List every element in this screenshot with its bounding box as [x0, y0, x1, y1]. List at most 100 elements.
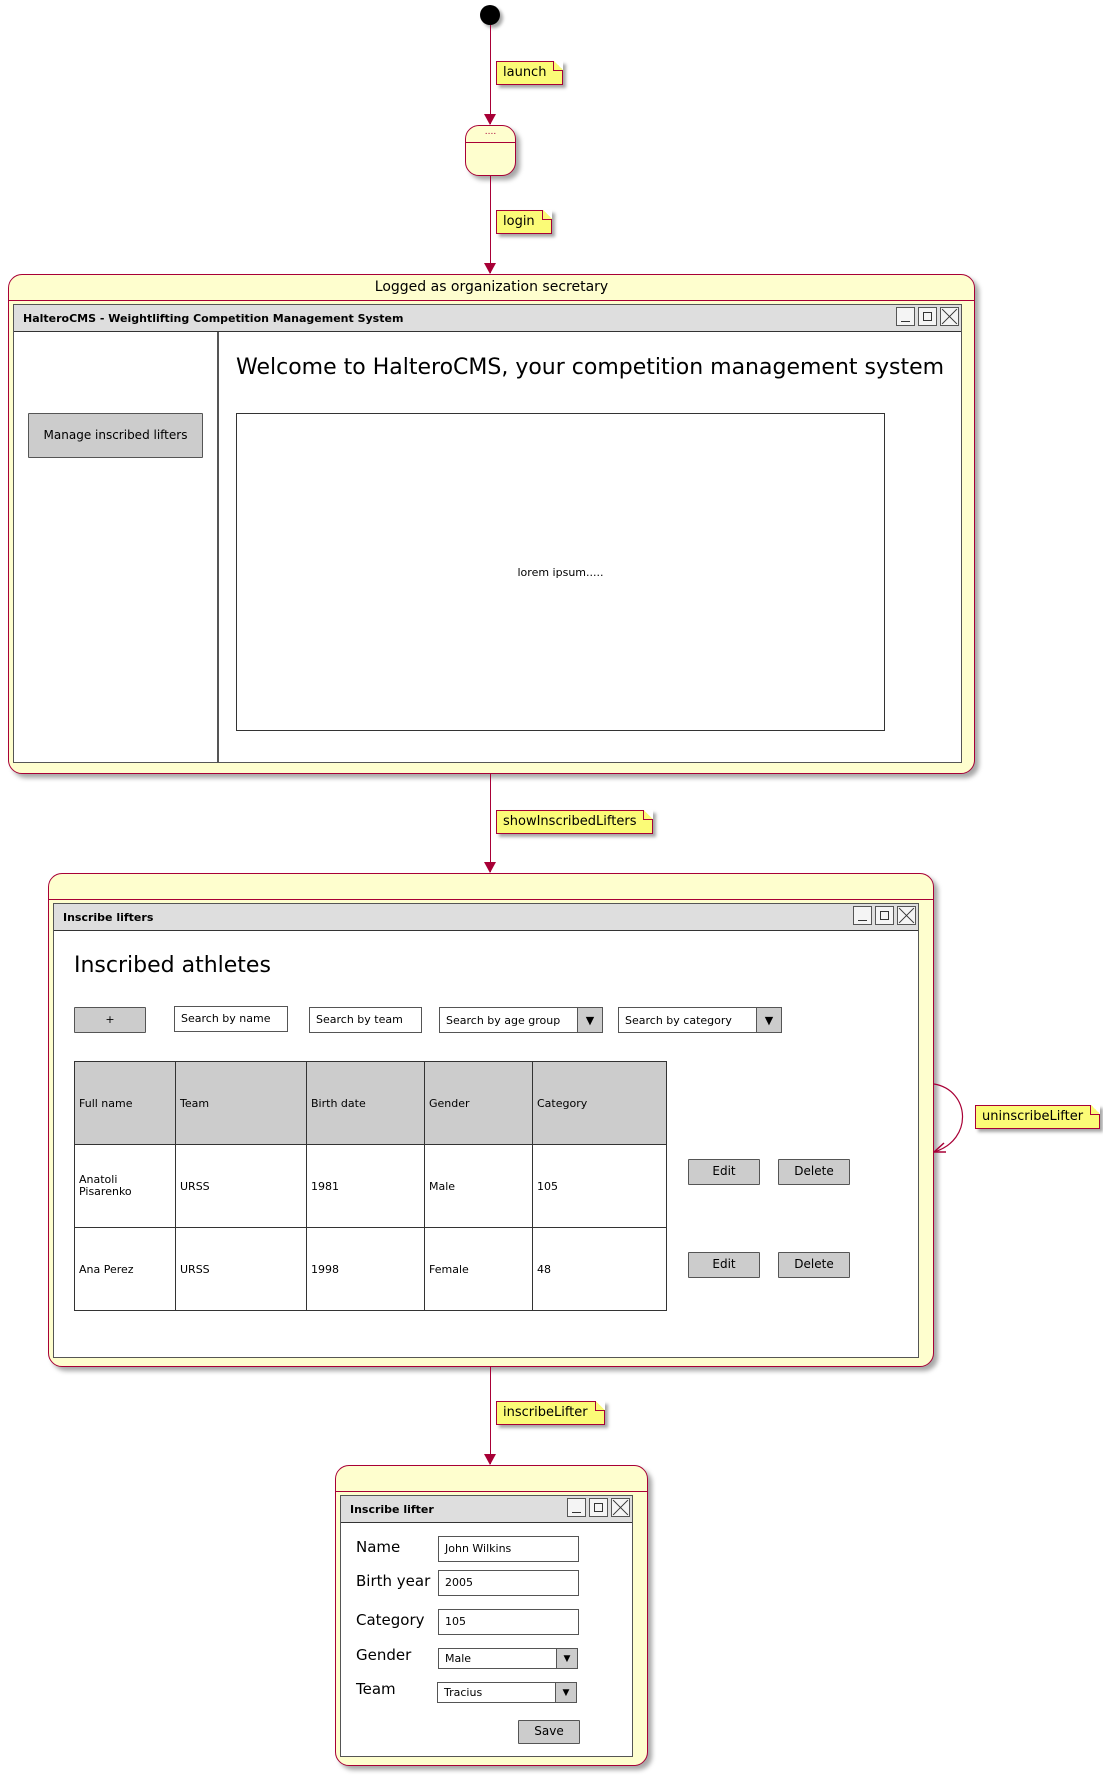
button-label: Delete — [794, 1257, 834, 1271]
cell-gender: Female — [424, 1227, 533, 1311]
state-header — [336, 1466, 647, 1492]
category-input[interactable]: 105 — [438, 1609, 579, 1635]
close-icon[interactable] — [611, 1498, 630, 1517]
arrow-icon — [484, 1454, 496, 1465]
cell-team: URSS — [175, 1227, 307, 1311]
transition-inscribe-lifter-line — [490, 1367, 491, 1464]
gender-label: Gender — [356, 1646, 412, 1664]
button-label: Save — [534, 1724, 564, 1738]
cell-birth-date: 1981 — [306, 1144, 425, 1228]
save-button[interactable]: Save — [518, 1720, 580, 1744]
cell-gender: Male — [424, 1144, 533, 1228]
birth-year-input[interactable]: 2005 — [438, 1570, 579, 1596]
window-titlebar: Inscribe lifters — [54, 904, 918, 931]
state-initial: .... — [465, 125, 516, 176]
search-team-input[interactable]: Search by team — [309, 1007, 422, 1033]
arrow-icon — [484, 263, 496, 274]
column-header-category: Category — [532, 1061, 667, 1145]
note-text: uninscribeLifter — [982, 1109, 1084, 1124]
table-row: Ana Perez URSS 1998 Female 48 — [74, 1227, 667, 1311]
maximize-icon[interactable] — [918, 307, 937, 326]
note-text: login — [503, 214, 535, 229]
note-show-inscribed-lifters: showInscribedLifters — [496, 810, 654, 834]
team-select[interactable]: Tracius ▼ — [437, 1682, 577, 1703]
dropdown-icon[interactable]: ▼ — [577, 1008, 602, 1032]
table-row: Anatoli Pisarenko URSS 1981 Male 105 — [74, 1144, 667, 1228]
athletes-table: Full name Team Birth date Gender Categor… — [74, 1061, 667, 1311]
state-logged-secretary: Logged as organization secretary Haltero… — [8, 274, 975, 774]
sidebar-divider — [217, 332, 219, 762]
close-icon[interactable] — [897, 906, 916, 925]
manage-inscribed-lifters-button[interactable]: Manage inscribed lifters — [28, 413, 203, 458]
gender-select[interactable]: Male ▼ — [438, 1648, 578, 1669]
minimize-icon[interactable] — [853, 906, 872, 925]
category-select[interactable]: Search by category ▼ — [618, 1007, 782, 1033]
inscribe-lifter-window: Inscribe lifter Name John Wilkins Birth … — [340, 1495, 633, 1757]
dropdown-icon[interactable]: ▼ — [756, 1008, 781, 1032]
window-titlebar: HalteroCMS - Weightlifting Competition M… — [14, 305, 961, 332]
birth-year-label: Birth year — [356, 1572, 431, 1590]
state-title: Logged as organization secretary — [374, 279, 609, 295]
transition-uninscribe-loop — [933, 1083, 964, 1153]
name-input[interactable]: John Wilkins — [438, 1536, 579, 1562]
maximize-icon[interactable] — [589, 1498, 608, 1517]
inscribed-athletes-heading: Inscribed athletes — [74, 953, 271, 978]
welcome-heading: Welcome to HalteroCMS, your competition … — [236, 355, 945, 380]
column-header-birth-date: Birth date — [306, 1061, 425, 1145]
transition-launch-line — [490, 25, 491, 124]
delete-button[interactable]: Delete — [778, 1159, 850, 1185]
select-value: Search by age group — [446, 1013, 561, 1027]
arrow-icon — [484, 114, 496, 125]
delete-button[interactable]: Delete — [778, 1252, 850, 1278]
minimize-icon[interactable] — [896, 307, 915, 326]
note-fold-icon — [643, 810, 654, 820]
note-text: inscribeLifter — [503, 1405, 588, 1420]
state-initial-header: .... — [466, 126, 515, 143]
initial-state-dot — [480, 5, 500, 25]
minimize-icon[interactable] — [567, 1498, 586, 1517]
transition-login-line — [490, 176, 491, 273]
select-value: Search by category — [625, 1013, 732, 1027]
note-fold-icon — [541, 210, 552, 220]
button-label: Delete — [794, 1164, 834, 1178]
column-header-team: Team — [175, 1061, 307, 1145]
maximize-icon[interactable] — [875, 906, 894, 925]
note-launch: launch — [496, 61, 564, 85]
button-label: Edit — [712, 1257, 736, 1271]
main-window: HalteroCMS - Weightlifting Competition M… — [13, 304, 962, 763]
note-text: showInscribedLifters — [503, 814, 637, 829]
state-initial-label: .... — [484, 127, 497, 137]
window-titlebar: Inscribe lifter — [341, 1496, 632, 1523]
edit-button[interactable]: Edit — [688, 1159, 760, 1185]
arrow-icon — [484, 862, 496, 873]
state-inscribe-lifter: Inscribe lifter Name John Wilkins Birth … — [335, 1465, 648, 1766]
edit-button[interactable]: Edit — [688, 1252, 760, 1278]
dropdown-icon[interactable]: ▼ — [555, 1683, 576, 1702]
select-value: Male — [445, 1652, 472, 1665]
button-label: + — [105, 1013, 115, 1026]
add-lifter-button[interactable]: + — [74, 1007, 146, 1033]
state-header: Logged as organization secretary — [9, 275, 974, 301]
note-fold-icon — [594, 1401, 605, 1411]
cell-full-name: Anatoli Pisarenko — [74, 1144, 176, 1228]
window-controls — [853, 906, 916, 925]
note-fold-icon — [1090, 1105, 1101, 1115]
dropdown-icon[interactable]: ▼ — [556, 1649, 577, 1668]
inscribe-lifters-window: Inscribe lifters Inscribed athletes + Se… — [53, 903, 919, 1358]
table-header-row: Full name Team Birth date Gender Categor… — [74, 1061, 667, 1145]
window-title: Inscribe lifters — [63, 911, 154, 924]
column-header-gender: Gender — [424, 1061, 533, 1145]
cell-team: URSS — [175, 1144, 307, 1228]
search-name-input[interactable]: Search by name — [174, 1006, 288, 1032]
age-group-select[interactable]: Search by age group ▼ — [439, 1007, 603, 1033]
note-login: login — [496, 210, 552, 234]
transition-show-lifters-line — [490, 774, 491, 872]
select-value: Tracius — [444, 1686, 483, 1699]
cell-category: 105 — [532, 1144, 667, 1228]
name-label: Name — [356, 1538, 401, 1556]
cell-category: 48 — [532, 1227, 667, 1311]
window-controls — [567, 1498, 630, 1517]
note-inscribe-lifter: inscribeLifter — [496, 1401, 605, 1425]
close-icon[interactable] — [940, 307, 959, 326]
button-label: Edit — [712, 1164, 736, 1178]
